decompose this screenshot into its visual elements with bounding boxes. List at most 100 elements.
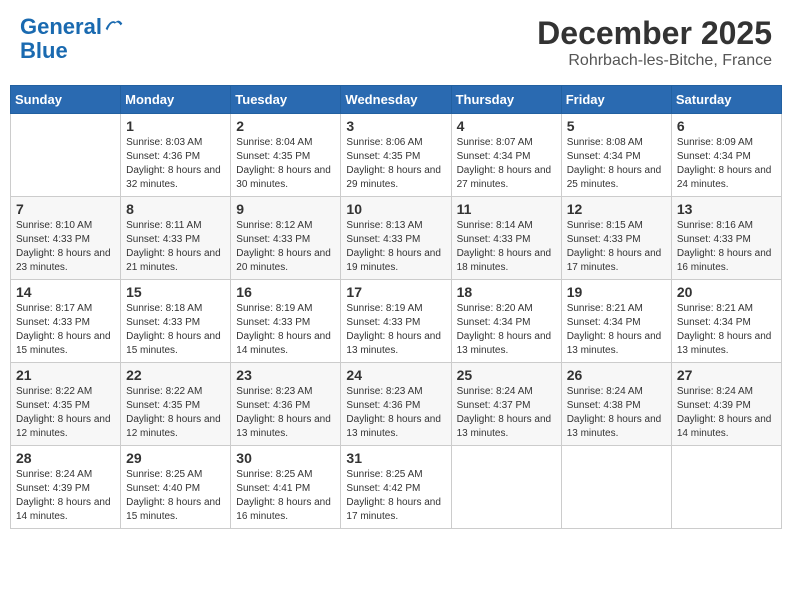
day-info: Sunrise: 8:22 AMSunset: 4:35 PMDaylight:…	[16, 385, 115, 441]
day-cell: 3 Sunrise: 8:06 AMSunset: 4:35 PMDaylight…	[341, 114, 451, 197]
day-info: Sunrise: 8:07 AMSunset: 4:34 PMDaylight:…	[457, 136, 556, 192]
day-cell: 18 Sunrise: 8:20 AMSunset: 4:34 PMDayligh…	[451, 280, 561, 363]
day-cell: 2 Sunrise: 8:04 AMSunset: 4:35 PMDaylight…	[231, 114, 341, 197]
col-header-sunday: Sunday	[11, 86, 121, 114]
location-subtitle: Rohrbach-les-Bitche, France	[537, 52, 772, 70]
day-cell	[11, 114, 121, 197]
day-cell: 15 Sunrise: 8:18 AMSunset: 4:33 PMDayligh…	[121, 280, 231, 363]
day-info: Sunrise: 8:04 AMSunset: 4:35 PMDaylight:…	[236, 136, 335, 192]
day-info: Sunrise: 8:09 AMSunset: 4:34 PMDaylight:…	[677, 136, 776, 192]
day-info: Sunrise: 8:23 AMSunset: 4:36 PMDaylight:…	[236, 385, 335, 441]
week-row-4: 21 Sunrise: 8:22 AMSunset: 4:35 PMDayligh…	[11, 363, 782, 446]
day-cell: 20 Sunrise: 8:21 AMSunset: 4:34 PMDayligh…	[671, 280, 781, 363]
day-number: 22	[126, 367, 225, 383]
day-number: 3	[346, 118, 445, 134]
day-cell: 11Sunrise: 8:14 AMSunset: 4:33 PMDayligh…	[451, 197, 561, 280]
col-header-saturday: Saturday	[671, 86, 781, 114]
day-number: 30	[236, 450, 335, 466]
day-info: Sunrise: 8:23 AMSunset: 4:36 PMDaylight:…	[346, 385, 445, 441]
day-info: Sunrise: 8:22 AMSunset: 4:35 PMDaylight:…	[126, 385, 225, 441]
day-cell: 4Sunrise: 8:07 AMSunset: 4:34 PMDaylight…	[451, 114, 561, 197]
title-section: December 2025 Rohrbach-les-Bitche, Franc…	[537, 15, 772, 70]
day-info: Sunrise: 8:25 AMSunset: 4:40 PMDaylight:…	[126, 468, 225, 524]
day-cell	[561, 446, 671, 529]
day-info: Sunrise: 8:21 AMSunset: 4:34 PMDaylight:…	[677, 302, 776, 358]
day-info: Sunrise: 8:19 AMSunset: 4:33 PMDaylight:…	[236, 302, 335, 358]
day-cell: 1 Sunrise: 8:03 AMSunset: 4:36 PMDaylight…	[121, 114, 231, 197]
day-cell: 29 Sunrise: 8:25 AMSunset: 4:40 PMDayligh…	[121, 446, 231, 529]
day-cell: 7 Sunrise: 8:10 AMSunset: 4:33 PMDaylight…	[11, 197, 121, 280]
day-info: Sunrise: 8:24 AMSunset: 4:39 PMDaylight:…	[16, 468, 115, 524]
calendar-header-row: SundayMondayTuesdayWednesdayThursdayFrid…	[11, 86, 782, 114]
week-row-2: 7 Sunrise: 8:10 AMSunset: 4:33 PMDaylight…	[11, 197, 782, 280]
day-cell: 26 Sunrise: 8:24 AMSunset: 4:38 PMDayligh…	[561, 363, 671, 446]
day-number: 27	[677, 367, 776, 383]
day-cell: 17 Sunrise: 8:19 AMSunset: 4:33 PMDayligh…	[341, 280, 451, 363]
month-year-title: December 2025	[537, 15, 772, 52]
day-number: 12	[567, 201, 666, 217]
logo-text2: Blue	[20, 39, 124, 63]
day-number: 15	[126, 284, 225, 300]
day-info: Sunrise: 8:17 AMSunset: 4:33 PMDaylight:…	[16, 302, 115, 358]
col-header-thursday: Thursday	[451, 86, 561, 114]
week-row-3: 14 Sunrise: 8:17 AMSunset: 4:33 PMDayligh…	[11, 280, 782, 363]
day-cell: 31 Sunrise: 8:25 AMSunset: 4:42 PMDayligh…	[341, 446, 451, 529]
day-number: 10	[346, 201, 445, 217]
day-number: 14	[16, 284, 115, 300]
day-number: 18	[457, 284, 556, 300]
day-cell	[671, 446, 781, 529]
week-row-5: 28 Sunrise: 8:24 AMSunset: 4:39 PMDayligh…	[11, 446, 782, 529]
day-number: 29	[126, 450, 225, 466]
day-info: Sunrise: 8:24 AMSunset: 4:37 PMDaylight:…	[457, 385, 556, 441]
day-info: Sunrise: 8:20 AMSunset: 4:34 PMDaylight:…	[457, 302, 556, 358]
day-cell	[451, 446, 561, 529]
day-info: Sunrise: 8:12 AMSunset: 4:33 PMDaylight:…	[236, 219, 335, 275]
day-info: Sunrise: 8:06 AMSunset: 4:35 PMDaylight:…	[346, 136, 445, 192]
day-info: Sunrise: 8:13 AMSunset: 4:33 PMDaylight:…	[346, 219, 445, 275]
day-cell: 19Sunrise: 8:21 AMSunset: 4:34 PMDayligh…	[561, 280, 671, 363]
day-cell: 14 Sunrise: 8:17 AMSunset: 4:33 PMDayligh…	[11, 280, 121, 363]
day-number: 1	[126, 118, 225, 134]
day-info: Sunrise: 8:15 AMSunset: 4:33 PMDaylight:…	[567, 219, 666, 275]
col-header-wednesday: Wednesday	[341, 86, 451, 114]
day-number: 31	[346, 450, 445, 466]
day-number: 21	[16, 367, 115, 383]
day-number: 6	[677, 118, 776, 134]
day-info: Sunrise: 8:18 AMSunset: 4:33 PMDaylight:…	[126, 302, 225, 358]
day-info: Sunrise: 8:10 AMSunset: 4:33 PMDaylight:…	[16, 219, 115, 275]
logo-icon	[104, 17, 124, 37]
day-info: Sunrise: 8:08 AMSunset: 4:34 PMDaylight:…	[567, 136, 666, 192]
day-number: 7	[16, 201, 115, 217]
day-cell: 21 Sunrise: 8:22 AMSunset: 4:35 PMDayligh…	[11, 363, 121, 446]
day-number: 28	[16, 450, 115, 466]
day-number: 9	[236, 201, 335, 217]
week-row-1: 1 Sunrise: 8:03 AMSunset: 4:36 PMDaylight…	[11, 114, 782, 197]
day-cell: 23 Sunrise: 8:23 AMSunset: 4:36 PMDayligh…	[231, 363, 341, 446]
day-number: 26	[567, 367, 666, 383]
day-info: Sunrise: 8:19 AMSunset: 4:33 PMDaylight:…	[346, 302, 445, 358]
day-cell: 22 Sunrise: 8:22 AMSunset: 4:35 PMDayligh…	[121, 363, 231, 446]
day-info: Sunrise: 8:11 AMSunset: 4:33 PMDaylight:…	[126, 219, 225, 275]
logo: General Blue	[20, 15, 124, 63]
day-cell: 8Sunrise: 8:11 AMSunset: 4:33 PMDaylight…	[121, 197, 231, 280]
day-info: Sunrise: 8:03 AMSunset: 4:36 PMDaylight:…	[126, 136, 225, 192]
day-number: 5	[567, 118, 666, 134]
day-info: Sunrise: 8:25 AMSunset: 4:42 PMDaylight:…	[346, 468, 445, 524]
col-header-monday: Monday	[121, 86, 231, 114]
day-info: Sunrise: 8:14 AMSunset: 4:33 PMDaylight:…	[457, 219, 556, 275]
day-number: 23	[236, 367, 335, 383]
day-cell: 28 Sunrise: 8:24 AMSunset: 4:39 PMDayligh…	[11, 446, 121, 529]
day-info: Sunrise: 8:16 AMSunset: 4:33 PMDaylight:…	[677, 219, 776, 275]
day-info: Sunrise: 8:24 AMSunset: 4:38 PMDaylight:…	[567, 385, 666, 441]
col-header-friday: Friday	[561, 86, 671, 114]
day-number: 25	[457, 367, 556, 383]
day-cell: 9 Sunrise: 8:12 AMSunset: 4:33 PMDaylight…	[231, 197, 341, 280]
day-number: 2	[236, 118, 335, 134]
day-number: 17	[346, 284, 445, 300]
day-info: Sunrise: 8:25 AMSunset: 4:41 PMDaylight:…	[236, 468, 335, 524]
day-number: 13	[677, 201, 776, 217]
day-cell: 16Sunrise: 8:19 AMSunset: 4:33 PMDayligh…	[231, 280, 341, 363]
day-info: Sunrise: 8:24 AMSunset: 4:39 PMDaylight:…	[677, 385, 776, 441]
day-number: 20	[677, 284, 776, 300]
day-cell: 24Sunrise: 8:23 AMSunset: 4:36 PMDayligh…	[341, 363, 451, 446]
